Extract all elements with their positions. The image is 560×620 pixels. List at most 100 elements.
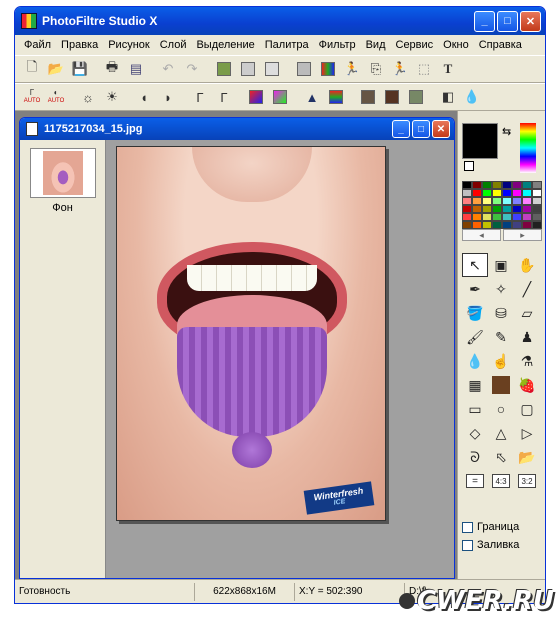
fill-checkbox[interactable]: Заливка <box>462 539 519 551</box>
folder-icon[interactable]: 📂 <box>514 445 540 469</box>
menu-file[interactable]: Файл <box>19 39 56 51</box>
saturation-plus-icon[interactable] <box>269 86 291 108</box>
gray-icon[interactable] <box>293 58 315 80</box>
brush-icon[interactable]: 🖌 <box>462 325 488 349</box>
magic-wand-icon[interactable]: ✧ <box>488 277 514 301</box>
eyedropper-icon[interactable]: ✒ <box>462 277 488 301</box>
palette-swatch[interactable] <box>522 205 532 213</box>
menu-image[interactable]: Рисунок <box>103 39 155 51</box>
mosaic-icon[interactable]: ▦ <box>462 373 488 397</box>
blur-icon[interactable]: 💧 <box>462 349 488 373</box>
portrait-icon[interactable] <box>492 376 510 394</box>
document-title-bar[interactable]: 1175217034_15.jpg _ □ ✕ <box>20 118 454 140</box>
patch-icon[interactable]: ⚗ <box>514 349 540 373</box>
palette-swatch[interactable] <box>482 181 492 189</box>
palette-swatch[interactable] <box>532 189 542 197</box>
contrast-plus-icon[interactable]: ◗ <box>157 86 179 108</box>
pen-icon[interactable]: ✎ <box>488 325 514 349</box>
palette-swatch[interactable] <box>512 189 522 197</box>
select-icon[interactable]: ⬚ <box>413 58 435 80</box>
palette-swatch[interactable] <box>462 221 472 229</box>
palette-swatch[interactable] <box>462 205 472 213</box>
gamma-plus-icon[interactable]: Γ <box>213 86 235 108</box>
palette-prev-button[interactable]: ◂ <box>462 229 501 241</box>
doc-close-button[interactable]: ✕ <box>432 120 450 138</box>
palette-swatch[interactable] <box>492 181 502 189</box>
figure2-icon[interactable]: 🏃 <box>389 58 411 80</box>
palette-swatch[interactable] <box>492 197 502 205</box>
palette-swatch[interactable] <box>512 181 522 189</box>
layer-thumbnail[interactable] <box>29 148 96 198</box>
palette-swatch[interactable] <box>472 213 482 221</box>
palette-swatch[interactable] <box>522 189 532 197</box>
palette-swatch[interactable] <box>472 181 482 189</box>
palette-swatch[interactable] <box>532 181 542 189</box>
undo-icon[interactable]: ↶ <box>157 58 179 80</box>
palette-swatch[interactable] <box>482 213 492 221</box>
palette-swatch[interactable] <box>472 197 482 205</box>
close-button[interactable]: ✕ <box>520 10 541 32</box>
palette-swatch[interactable] <box>482 221 492 229</box>
saturation-minus-icon[interactable] <box>245 86 267 108</box>
print-icon[interactable]: 🖶 <box>101 58 123 80</box>
doc-minimize-button[interactable]: _ <box>392 120 410 138</box>
palette-swatch[interactable] <box>532 205 542 213</box>
foreground-color-swatch[interactable] <box>462 123 498 159</box>
copy-icon[interactable] <box>237 58 259 80</box>
scan-icon[interactable]: ▤ <box>125 58 147 80</box>
paste-icon[interactable] <box>213 58 235 80</box>
auto-contrast-icon[interactable]: ◐ AUTO <box>45 86 67 108</box>
palette-swatch[interactable] <box>502 213 512 221</box>
palette-swatch[interactable] <box>522 181 532 189</box>
filter3-icon[interactable] <box>405 86 427 108</box>
maximize-button[interactable]: □ <box>497 10 518 32</box>
roundrect-icon[interactable]: ▢ <box>514 397 540 421</box>
canvas-area[interactable]: Winterfresh ICE <box>106 140 454 578</box>
menu-palette[interactable]: Палитра <box>260 39 314 51</box>
palette-swatch[interactable] <box>502 181 512 189</box>
palette-swatch[interactable] <box>522 197 532 205</box>
auto-levels-icon[interactable]: Γ AUTO <box>21 86 43 108</box>
menu-selection[interactable]: Выделение <box>191 39 259 51</box>
menu-filter[interactable]: Фильтр <box>314 39 361 51</box>
rect-icon[interactable]: ▭ <box>462 397 488 421</box>
rubber-icon[interactable]: ♟ <box>514 325 540 349</box>
diamond-icon[interactable]: ◇ <box>462 421 488 445</box>
contrast-minus-icon[interactable]: ◖ <box>133 86 155 108</box>
mirror-icon[interactable]: ◧ <box>437 86 459 108</box>
palette-swatch[interactable] <box>482 205 492 213</box>
minimize-button[interactable]: _ <box>474 10 495 32</box>
save-icon[interactable]: 💾 <box>69 58 91 80</box>
select-arrow-icon[interactable]: ↖ <box>462 253 488 277</box>
figure-icon[interactable]: 🏃 <box>341 58 363 80</box>
menu-window[interactable]: Окно <box>438 39 474 51</box>
palette-swatch[interactable] <box>532 197 542 205</box>
drop-icon[interactable]: 💧 <box>461 86 483 108</box>
palette-swatch[interactable] <box>512 221 522 229</box>
redo-icon[interactable]: ↷ <box>181 58 203 80</box>
palette-swatch[interactable] <box>482 197 492 205</box>
palette-swatch[interactable] <box>462 189 472 197</box>
layer-icon[interactable]: ⎘ <box>365 58 387 80</box>
color-icon[interactable] <box>317 58 339 80</box>
color-spectrum[interactable] <box>520 123 536 173</box>
palette-swatch[interactable] <box>462 197 472 205</box>
palette-next-button[interactable]: ▸ <box>503 229 542 241</box>
ratio-eq-icon[interactable]: = <box>466 474 484 488</box>
palette-swatch[interactable] <box>512 213 522 221</box>
ratio-32-icon[interactable]: 3:2 <box>518 474 536 488</box>
play-icon[interactable]: ▷ <box>514 421 540 445</box>
palette-swatch[interactable] <box>522 221 532 229</box>
fill-icon[interactable]: 🪣 <box>462 301 488 325</box>
palette-swatch[interactable] <box>512 197 522 205</box>
swap-colors-icon[interactable]: ⇆ <box>502 125 511 138</box>
filter2-icon[interactable] <box>381 86 403 108</box>
palette-swatch[interactable] <box>502 197 512 205</box>
eraser-icon[interactable]: ▱ <box>514 301 540 325</box>
ellipse-icon[interactable]: ○ <box>488 397 514 421</box>
lasso-icon[interactable]: ᘐ <box>462 445 488 469</box>
text-icon[interactable]: T <box>437 58 459 80</box>
palette-swatch[interactable] <box>482 189 492 197</box>
palette-swatch[interactable] <box>502 205 512 213</box>
doc-maximize-button[interactable]: □ <box>412 120 430 138</box>
